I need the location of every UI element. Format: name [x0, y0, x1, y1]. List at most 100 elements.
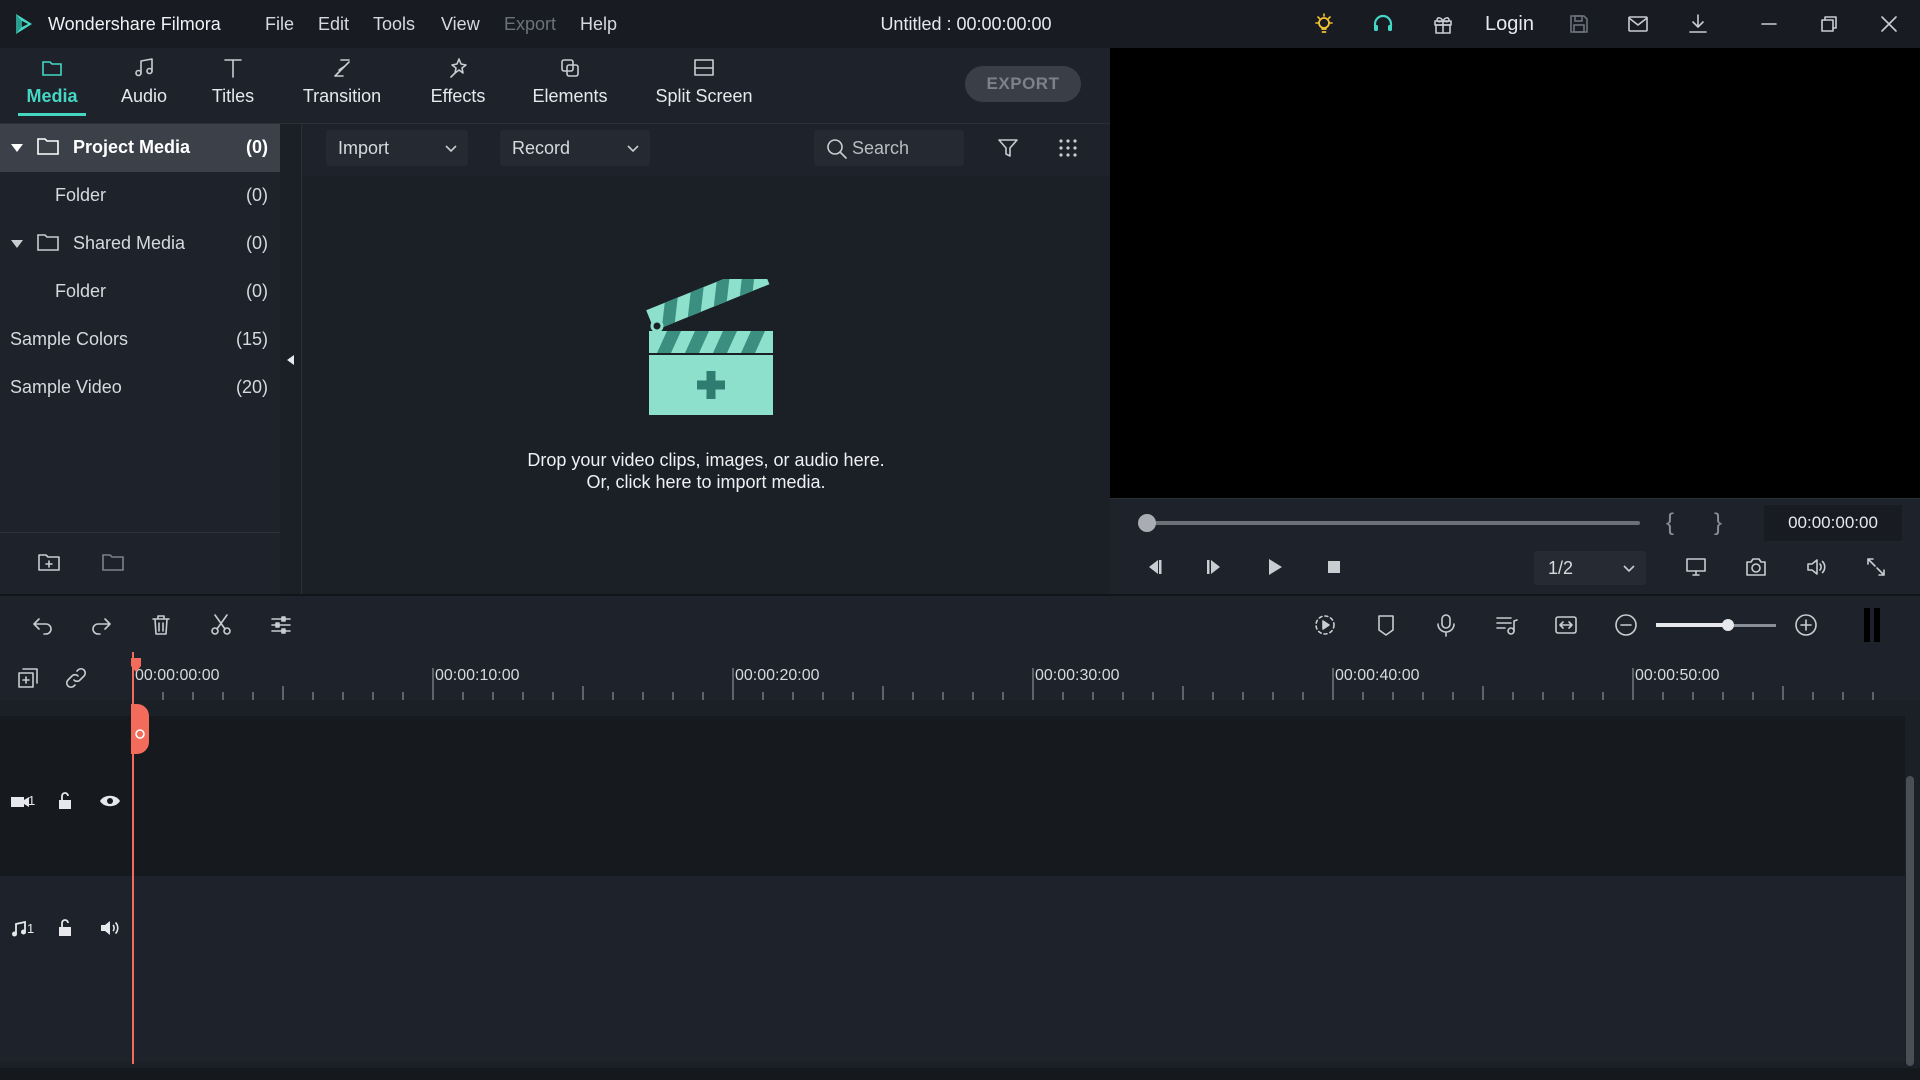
import-dropdown[interactable]: Import	[326, 130, 468, 166]
marker-icon[interactable]	[1373, 612, 1399, 638]
menu-edit[interactable]: Edit	[318, 14, 349, 35]
eye-icon[interactable]	[99, 791, 121, 811]
filter-icon[interactable]	[996, 136, 1020, 160]
tab-effects[interactable]: Effects	[420, 48, 496, 124]
import-clapperboard-icon[interactable]	[637, 279, 777, 419]
unlock-icon[interactable]	[54, 918, 76, 938]
menu-export[interactable]: Export	[504, 14, 556, 35]
fullscreen-icon[interactable]	[1864, 555, 1888, 579]
folder-icon	[37, 232, 59, 252]
export-button[interactable]: EXPORT	[965, 66, 1081, 102]
sidebar-item-sample-colors[interactable]: Sample Colors (15)	[0, 316, 280, 364]
display-settings-icon[interactable]	[1684, 555, 1708, 579]
tab-titles-label: Titles	[211, 86, 255, 106]
previous-frame-icon[interactable]	[1142, 555, 1166, 579]
sidebar-item-label: Project Media	[73, 137, 191, 157]
zoom-in-icon[interactable]	[1793, 612, 1819, 638]
snapshot-camera-icon[interactable]	[1744, 555, 1768, 579]
menu-tools[interactable]: Tools	[373, 14, 415, 35]
sidebar-divider[interactable]	[280, 124, 302, 594]
search-icon	[826, 138, 848, 160]
search-input[interactable]	[852, 136, 952, 160]
redo-icon[interactable]	[88, 612, 114, 638]
render-preview-icon[interactable]	[1312, 612, 1338, 638]
sidebar-item-folder[interactable]: Folder (0)	[0, 172, 280, 220]
download-icon[interactable]	[1686, 12, 1710, 36]
login-link[interactable]: Login	[1485, 13, 1534, 36]
sidebar-item-count: (20)	[235, 377, 268, 397]
minimize-icon[interactable]	[1757, 12, 1781, 36]
tab-split-screen[interactable]: Split Screen	[654, 48, 754, 124]
grid-view-icon[interactable]	[1056, 136, 1080, 160]
bulb-icon[interactable]	[1312, 12, 1336, 36]
timeline-vertical-scrollbar[interactable]	[1906, 776, 1914, 1066]
menu-file[interactable]: File	[265, 14, 294, 35]
save-icon[interactable]	[1567, 12, 1591, 36]
mark-in-button[interactable]: {	[1666, 509, 1674, 537]
video-preview-area[interactable]	[1110, 48, 1920, 498]
gift-icon[interactable]	[1431, 12, 1455, 36]
zoom-slider-fill	[1656, 623, 1728, 627]
tab-audio[interactable]: Audio	[112, 48, 176, 124]
video-track[interactable]: 1	[0, 716, 1905, 876]
mail-icon[interactable]	[1626, 12, 1650, 36]
restore-icon[interactable]	[1817, 12, 1841, 36]
pause-handle-icon[interactable]	[1862, 608, 1882, 642]
stop-icon[interactable]	[1322, 555, 1346, 579]
expand-arrow-icon[interactable]	[10, 238, 24, 250]
playhead-handle[interactable]	[131, 704, 149, 754]
menu-help[interactable]: Help	[580, 14, 617, 35]
preview-quality-select[interactable]: 1/2	[1534, 551, 1646, 585]
folder-icon	[40, 56, 64, 80]
timeline-ruler[interactable]: 00:00:00:00 00:00:10:00 00:00:20:00 00:0…	[132, 652, 1902, 700]
tab-titles[interactable]: Titles	[202, 48, 264, 124]
zoom-slider-knob[interactable]	[1722, 619, 1734, 631]
preview-controls: { } 00:00:00:00 1/2	[1110, 498, 1920, 594]
adjust-sliders-icon[interactable]	[268, 612, 294, 638]
volume-icon[interactable]	[1804, 555, 1828, 579]
play-icon[interactable]	[1262, 555, 1286, 579]
speaker-icon[interactable]	[99, 918, 121, 938]
timeline-toolbar	[0, 594, 1920, 652]
voiceover-list-icon[interactable]	[1493, 612, 1519, 638]
sidebar-item-shared-media[interactable]: Shared Media (0)	[0, 220, 280, 268]
timeline-empty-area[interactable]	[0, 982, 1905, 1062]
headset-icon[interactable]	[1371, 12, 1395, 36]
drop-hint-line-2[interactable]: Or, click here to import media.	[302, 472, 1110, 493]
audio-track[interactable]: 1	[0, 876, 1905, 982]
tab-transition[interactable]: Transition	[296, 48, 388, 124]
sidebar-item-sample-video[interactable]: Sample Video (20)	[0, 364, 280, 412]
close-icon[interactable]	[1877, 12, 1901, 36]
tab-media[interactable]: Media	[18, 48, 86, 124]
search-box[interactable]	[814, 130, 964, 166]
empty-folder-icon[interactable]	[101, 551, 125, 573]
microphone-icon[interactable]	[1433, 612, 1459, 638]
expand-arrow-icon[interactable]	[10, 142, 24, 154]
collapse-arrow-icon[interactable]	[284, 352, 296, 368]
record-dropdown[interactable]: Record	[500, 130, 650, 166]
media-toolbar: Import Record	[302, 124, 1110, 176]
sidebar-item-count: (0)	[246, 137, 268, 157]
mark-out-button[interactable]: }	[1714, 509, 1722, 537]
zoom-out-icon[interactable]	[1613, 612, 1639, 638]
unlock-icon[interactable]	[54, 791, 76, 811]
import-dropdown-label: Import	[338, 138, 390, 158]
bottom-scroll-strip[interactable]	[0, 1068, 1920, 1080]
menu-view[interactable]: View	[441, 14, 480, 35]
drop-hint-line-1[interactable]: Drop your video clips, images, or audio …	[302, 450, 1110, 471]
cut-icon[interactable]	[208, 612, 234, 638]
preview-progress-track[interactable]	[1144, 521, 1640, 525]
sidebar-item-folder[interactable]: Folder (0)	[0, 268, 280, 316]
delete-icon[interactable]	[148, 612, 174, 638]
media-panel: Import Record Drop	[302, 124, 1110, 594]
link-icon[interactable]	[64, 666, 88, 690]
new-folder-icon[interactable]	[37, 551, 61, 573]
play-frame-icon[interactable]	[1202, 555, 1226, 579]
tab-elements[interactable]: Elements	[528, 48, 612, 124]
playhead-top-marker[interactable]	[131, 658, 145, 672]
sidebar-item-project-media[interactable]: Project Media (0)	[0, 124, 280, 172]
fit-timeline-icon[interactable]	[1553, 612, 1579, 638]
add-track-icon[interactable]	[16, 666, 40, 690]
preview-progress-knob[interactable]	[1138, 514, 1156, 532]
undo-icon[interactable]	[30, 612, 56, 638]
